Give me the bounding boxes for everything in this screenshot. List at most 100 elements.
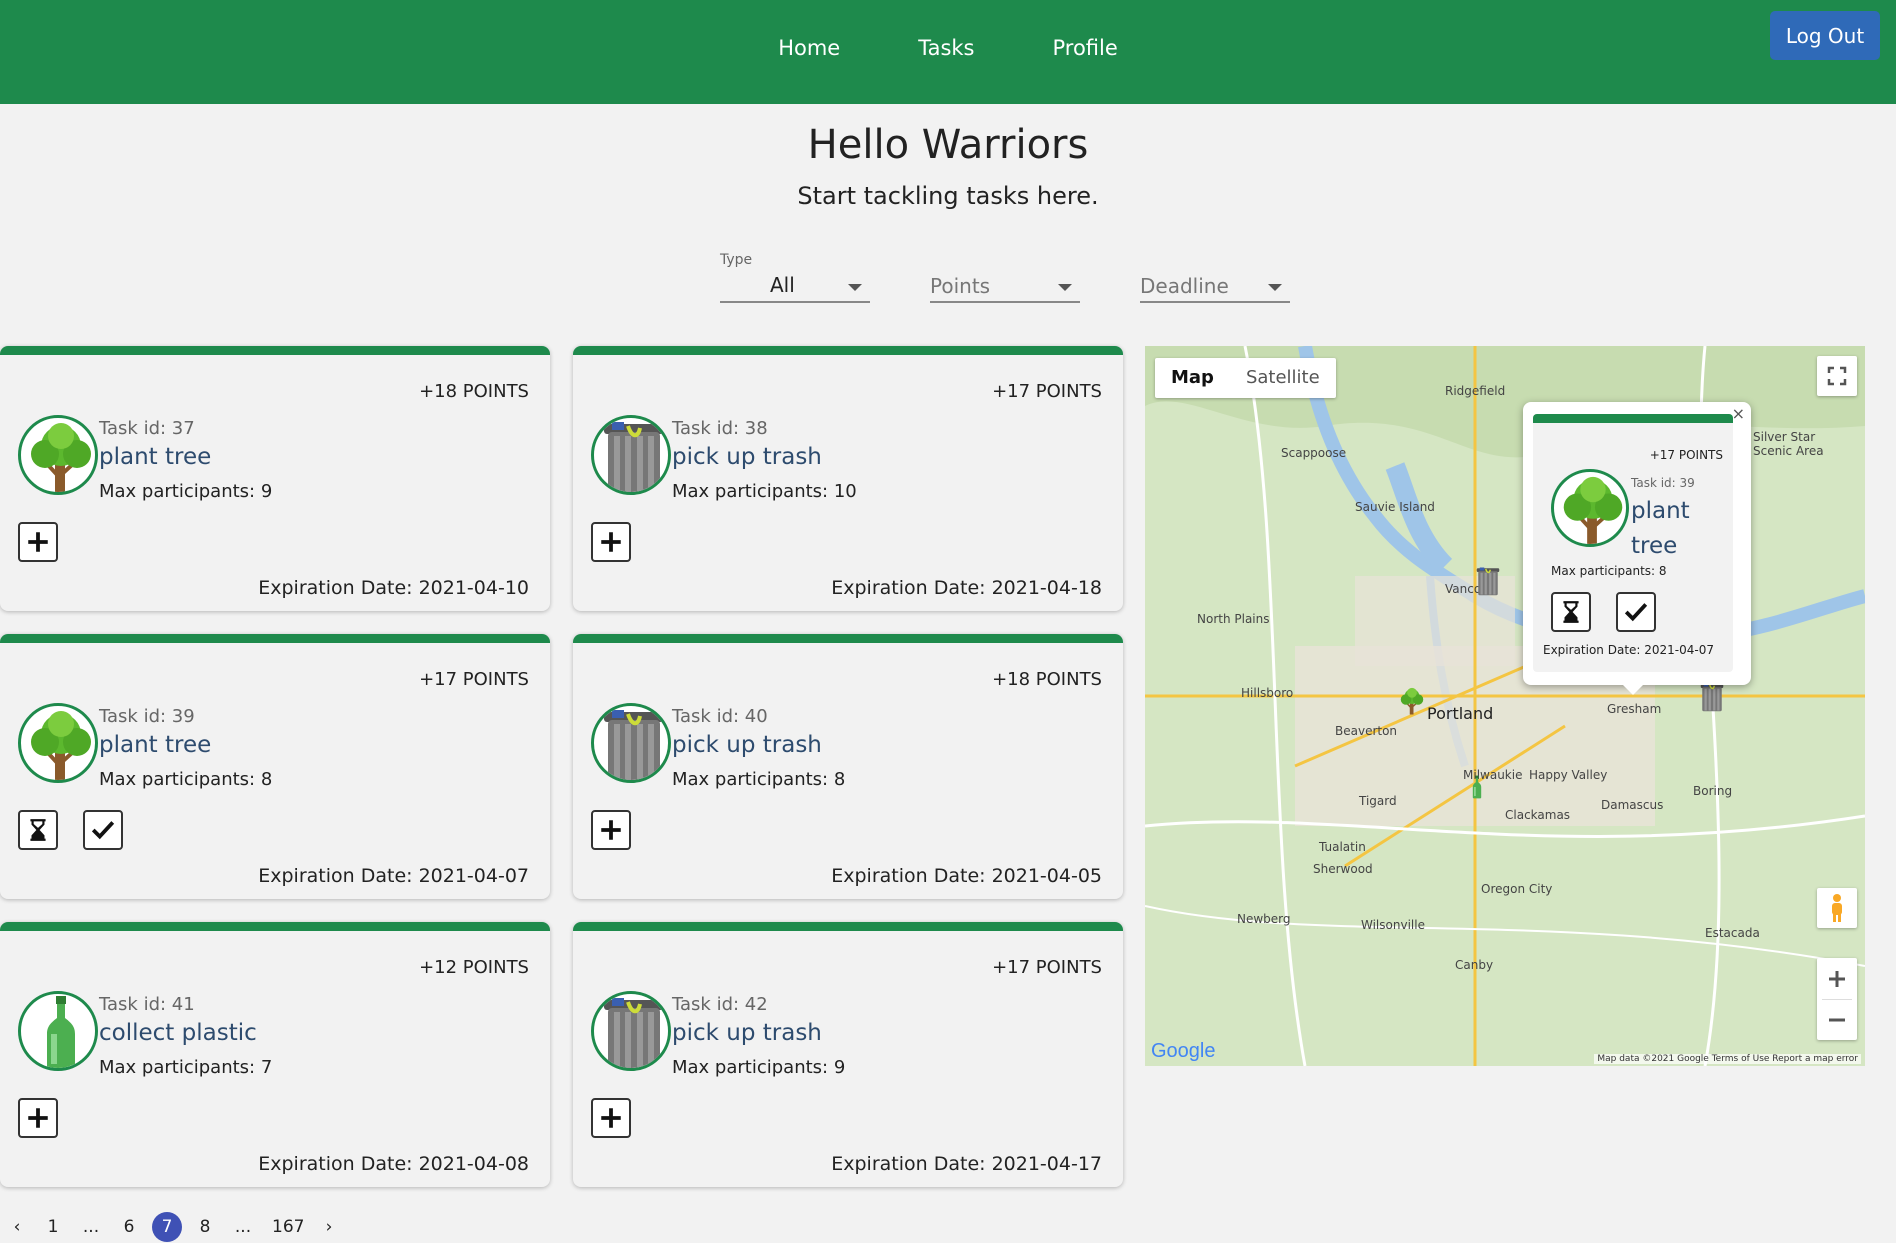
fullscreen-button[interactable]: [1817, 356, 1857, 396]
deadline-filter-select[interactable]: Deadline: [1140, 248, 1290, 303]
map-label-scappoose: Scappoose: [1281, 446, 1347, 460]
task-id: Task id: 40: [672, 706, 768, 727]
points-filter-select[interactable]: Points: [930, 248, 1080, 303]
map-attribution[interactable]: Map data ©2021 Google Terms of Use Repor…: [1594, 1054, 1861, 1064]
join-task-button[interactable]: [18, 522, 58, 562]
zoom-out-button[interactable]: [1828, 1000, 1846, 1040]
page-button[interactable]: 1: [38, 1212, 68, 1242]
minus-icon: [1829, 1018, 1845, 1021]
card-accent-bar: [0, 346, 550, 355]
map-label-portland: Portland: [1427, 704, 1494, 723]
map-label-damascus: Damascus: [1601, 798, 1664, 812]
tree-icon[interactable]: [1397, 686, 1427, 716]
task-card[interactable]: +12 POINTS Task id: 41 collect plastic M…: [0, 922, 550, 1187]
task-expiration: Expiration Date: 2021-04-18: [831, 577, 1102, 599]
points-filter-placeholder: Points: [930, 274, 991, 298]
page-ellipsis: ...: [82, 1217, 100, 1237]
logout-button[interactable]: Log Out: [1770, 11, 1880, 60]
trash-can-icon[interactable]: [1473, 564, 1503, 598]
bottle-icon[interactable]: [1465, 770, 1489, 804]
complete-task-button[interactable]: [83, 810, 123, 850]
task-name[interactable]: pick up trash: [672, 1020, 822, 1046]
map-tab-map[interactable]: Map: [1155, 358, 1230, 398]
task-name[interactable]: pick up trash: [672, 732, 822, 758]
trash-can-icon[interactable]: [1697, 680, 1727, 714]
current-page-button[interactable]: 7: [152, 1212, 182, 1242]
map-label-north-plains: North Plains: [1197, 612, 1270, 626]
close-icon[interactable]: ×: [1732, 404, 1745, 423]
task-card[interactable]: +17 POINTS Task id: 42 pick up trash Max…: [573, 922, 1123, 1187]
trash-can-icon: [591, 415, 671, 495]
task-max-participants: Max participants: 7: [99, 1057, 273, 1078]
task-expiration: Expiration Date: 2021-04-07: [258, 865, 529, 887]
task-max-participants: Max participants: 9: [99, 481, 273, 502]
join-task-button[interactable]: [591, 1098, 631, 1138]
type-filter-select[interactable]: Type All: [720, 248, 870, 303]
trash-can-icon: [591, 703, 671, 783]
task-name[interactable]: plant tree: [99, 444, 211, 470]
task-map[interactable]: Portland Beaverton Hillsboro Gresham Tig…: [1145, 346, 1865, 1066]
map-label-gresham: Gresham: [1607, 702, 1662, 716]
previous-page-button[interactable]: ‹: [2, 1212, 32, 1242]
task-points: +18 POINTS: [992, 669, 1102, 690]
task-name[interactable]: plant tree: [99, 732, 211, 758]
main-nav: Home Tasks Profile: [0, 36, 1896, 60]
zoom-controls: [1817, 958, 1857, 1040]
task-id: Task id: 39: [1631, 476, 1695, 490]
card-accent-bar: [573, 346, 1123, 355]
task-expiration: Expiration Date: 2021-04-17: [831, 1153, 1102, 1175]
task-points: +17 POINTS: [992, 381, 1102, 402]
task-card[interactable]: +17 POINTS Task id: 39 plant tree Max pa…: [0, 634, 550, 899]
task-max-participants: Max participants: 10: [672, 481, 857, 502]
task-points: +12 POINTS: [419, 957, 529, 978]
map-label-ridgefield: Ridgefield: [1445, 384, 1506, 398]
plus-icon: [598, 529, 624, 555]
info-window-tail: [1623, 685, 1643, 695]
task-name[interactable]: plant tree: [1631, 494, 1711, 564]
pending-task-button[interactable]: [18, 810, 58, 850]
pegman-icon: [1832, 894, 1842, 922]
nav-profile-link[interactable]: Profile: [1052, 36, 1117, 60]
task-card[interactable]: +18 POINTS Task id: 40 pick up trash Max…: [573, 634, 1123, 899]
chevron-down-icon: [848, 284, 862, 291]
complete-task-button[interactable]: [1616, 592, 1656, 632]
map-label-wilsonville: Wilsonville: [1361, 918, 1425, 932]
checkmark-icon: [90, 817, 116, 843]
nav-home-link[interactable]: Home: [778, 36, 840, 60]
bottle-icon: [18, 991, 98, 1071]
zoom-in-button[interactable]: [1828, 959, 1846, 999]
task-id: Task id: 39: [99, 706, 195, 727]
page-button[interactable]: 8: [190, 1212, 220, 1242]
page-button[interactable]: 6: [114, 1212, 144, 1242]
join-task-button[interactable]: [591, 810, 631, 850]
map-label-boring: Boring: [1693, 784, 1733, 798]
pending-task-button[interactable]: [1551, 592, 1591, 632]
join-task-button[interactable]: [591, 522, 631, 562]
task-points: +17 POINTS: [992, 957, 1102, 978]
trash-can-icon: [591, 991, 671, 1071]
task-card[interactable]: +17 POINTS Task id: 38 pick up trash Max…: [573, 346, 1123, 611]
type-filter-value: All: [770, 273, 795, 297]
map-label-sauvie-island: Sauvie Island: [1355, 500, 1435, 514]
tree-icon: [1551, 469, 1629, 547]
task-points: +17 POINTS: [419, 669, 529, 690]
tree-icon: [18, 415, 98, 495]
card-accent-bar: [1533, 414, 1733, 423]
task-name[interactable]: collect plastic: [99, 1020, 257, 1046]
plus-icon: [598, 817, 624, 843]
map-type-toggle: Map Satellite: [1155, 358, 1336, 398]
task-card[interactable]: +18 POINTS Task id: 37 plant tree Max pa…: [0, 346, 550, 611]
street-view-pegman-button[interactable]: [1817, 888, 1857, 928]
task-name[interactable]: pick up trash: [672, 444, 822, 470]
next-page-button[interactable]: ›: [314, 1212, 344, 1242]
task-max-participants: Max participants: 8: [672, 769, 846, 790]
join-task-button[interactable]: [18, 1098, 58, 1138]
map-tab-satellite[interactable]: Satellite: [1230, 358, 1336, 398]
page-button[interactable]: 167: [272, 1212, 304, 1242]
page-ellipsis: ...: [234, 1217, 252, 1237]
nav-tasks-link[interactable]: Tasks: [918, 36, 974, 60]
deadline-filter-placeholder: Deadline: [1140, 274, 1229, 298]
task-max-participants: Max participants: 8: [1551, 564, 1667, 578]
task-points: +17 POINTS: [1649, 448, 1723, 462]
card-accent-bar: [573, 922, 1123, 931]
